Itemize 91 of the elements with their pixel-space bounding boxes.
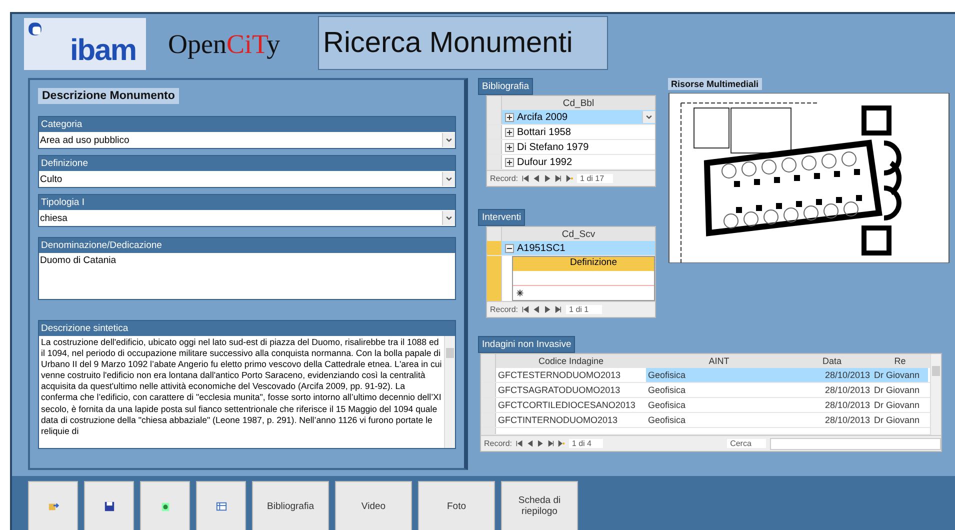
table-cell-text: Dr Giovann bbox=[873, 399, 921, 412]
record-label: Record: bbox=[490, 174, 518, 183]
vertical-scrollbar[interactable] bbox=[444, 336, 455, 448]
subform-title: Indagini non Invasive bbox=[478, 336, 576, 353]
subform-title: Interventi bbox=[478, 209, 526, 226]
prev-record-icon[interactable] bbox=[533, 175, 540, 182]
last-record-icon[interactable] bbox=[548, 440, 554, 447]
table-cell-text: GFCTINTERNODUOMO2013 bbox=[497, 414, 619, 427]
table-cell-text: GFCTESTERNODUOMO2013 bbox=[497, 369, 622, 382]
caret-icon[interactable] bbox=[642, 111, 655, 123]
column-header[interactable]: AINT bbox=[646, 356, 792, 366]
table-cell-text: 28/10/2013 bbox=[824, 384, 871, 397]
table-cell-text: Dr Giovann bbox=[873, 414, 921, 427]
datasheet-row[interactable]: A1951SC1 bbox=[487, 241, 655, 256]
field-label: Tipologia I bbox=[39, 195, 455, 210]
first-record-icon[interactable] bbox=[516, 440, 523, 447]
window-title: Ricerca Monumenti bbox=[318, 16, 608, 70]
horizontal-scrollbar[interactable] bbox=[770, 438, 942, 450]
combo-field[interactable]: Culto bbox=[39, 171, 455, 187]
toolbar-button[interactable]: Video bbox=[335, 481, 412, 530]
logo: ibam bbox=[24, 18, 146, 70]
caret-icon[interactable] bbox=[442, 172, 455, 186]
next-record-icon[interactable] bbox=[544, 175, 552, 182]
table-cell-text: Geofisica bbox=[647, 399, 687, 412]
record-label: Record: bbox=[490, 305, 518, 314]
search-field[interactable]: Cerca bbox=[727, 439, 766, 448]
toolbar-button[interactable]: Bibliografia bbox=[252, 481, 329, 530]
field-label: Descrizione sintetica bbox=[39, 321, 455, 336]
first-record-icon[interactable] bbox=[522, 175, 530, 182]
app-name: OpenCiTy bbox=[168, 28, 282, 60]
table-cell-text: GFCTCORTILEDIOCESANO2013 bbox=[497, 399, 636, 412]
export-icon bbox=[48, 500, 58, 512]
save-icon bbox=[104, 500, 114, 512]
vertical-scrollbar[interactable] bbox=[930, 354, 941, 435]
record-position-field[interactable]: 1 di 4 bbox=[568, 439, 604, 448]
column-header[interactable]: Definizione bbox=[513, 257, 654, 271]
subform-title: Bibliografia bbox=[478, 78, 533, 95]
datasheet-row[interactable]: Bottari 1958 bbox=[487, 125, 655, 140]
caret-icon[interactable] bbox=[442, 211, 455, 225]
datasheet-row[interactable]: GFCTESTERNODUOMO2013 Geofisica 28/10/2013 Dr Giovann bbox=[481, 368, 930, 383]
record-position-field[interactable]: 1 di 17 bbox=[577, 174, 614, 183]
caret-icon[interactable] bbox=[442, 133, 455, 147]
prev-record-icon[interactable] bbox=[533, 306, 540, 313]
datasheet-row[interactable]: GFCTINTERNODUOMO2013 Geofisica 28/10/2013 Dr Giovann bbox=[481, 413, 930, 428]
datasheet-row[interactable]: Di Stefano 1979 bbox=[487, 140, 655, 155]
table-icon bbox=[216, 500, 226, 512]
column-header[interactable]: Re bbox=[872, 356, 928, 366]
toolbar-icon-button[interactable] bbox=[84, 481, 134, 530]
datasheet-row[interactable]: GFCTSAGRATODUOMO2013 Geofisica 28/10/2013 Dr Giovann bbox=[481, 383, 930, 398]
new-record-icon[interactable] bbox=[558, 440, 565, 447]
record-label: Record: bbox=[484, 439, 512, 448]
table-cell: Geofisica bbox=[646, 368, 792, 382]
last-record-icon[interactable] bbox=[555, 175, 562, 182]
first-record-icon[interactable] bbox=[522, 306, 530, 313]
new-record-icon bbox=[516, 289, 524, 297]
table-cell-text: 28/10/2013 bbox=[824, 399, 871, 412]
table-cell-text: Dr Giovann bbox=[873, 384, 921, 397]
table-cell: 28/10/2013 bbox=[792, 368, 872, 382]
description-text: La costruzione dell'edificio, ubicato oggi nel lato sud-est di piazza del Duomo, risalirebbe tra il 1088 ed il 1094, nel periodo di occupazione militare successivo alla conquista normanna. Con la bolla papale di Urbano II del 9 Marzo 1092 l’abate Angerio fu eletto primo vescovo della Cattedrale etnea. L'area in cui venne costruito l'edificio non era lontana dall'antico Porto Saraceno, evidenziando così la centralità acquisita da quest'ultimo nelle attività economiche del Vescovado (Arcifa 2009, pp. 91-92). La conferma che l’edificio, con carattere di "ecclesia munita", fosse sorto intorno all’ultimo decennio dell’XI secolo, è fornita da una lapide posta sul fianco settentrionale che riferisce il 15 Maggio del 1094 quale data di costruzione della "chiesa abbaziale" (Leone 1987, p. 291). Nell’anno 1126 vi furono portate le reliquie di bbox=[40, 336, 443, 438]
expand-icon[interactable] bbox=[505, 142, 514, 152]
column-header[interactable]: Codice Indagine bbox=[496, 356, 646, 366]
field-label: Definizione bbox=[39, 156, 455, 171]
expand-icon[interactable] bbox=[505, 128, 514, 136]
toolbar-button[interactable]: Foto bbox=[418, 481, 495, 530]
datasheet-row[interactable]: Arcifa 2009 bbox=[487, 110, 655, 125]
table-cell-text: 28/10/2013 bbox=[824, 414, 871, 427]
datasheet-row[interactable]: Dufour 1992 bbox=[487, 155, 655, 170]
expand-icon[interactable] bbox=[505, 158, 514, 166]
datasheet-row[interactable]: GFCTCORTILEDIOCESANO2013 Geofisica 28/10/2013 Dr Giovann bbox=[481, 398, 930, 413]
next-record-icon[interactable] bbox=[544, 306, 552, 313]
table-cell-text: Geofisica bbox=[647, 414, 687, 427]
table-cell-text: Geofisica bbox=[647, 384, 687, 397]
field-label: Categoria bbox=[39, 117, 455, 132]
last-record-icon[interactable] bbox=[555, 306, 562, 313]
logo-mark-icon bbox=[27, 21, 43, 37]
section-heading: Risorse Multimediali bbox=[668, 78, 762, 90]
text-field[interactable]: Duomo di Catania bbox=[39, 253, 455, 299]
expand-icon[interactable] bbox=[505, 112, 514, 122]
table-cell-text: GFCTSAGRATODUOMO2013 bbox=[497, 384, 622, 397]
collapse-icon[interactable] bbox=[505, 244, 514, 252]
combo-field[interactable]: Area ad uso pubblico bbox=[39, 132, 455, 148]
combo-field[interactable]: chiesa bbox=[39, 210, 455, 226]
new-record-icon[interactable] bbox=[566, 175, 574, 182]
record-position-field[interactable]: 1 di 1 bbox=[566, 305, 602, 314]
table-cell: Dr Giovann bbox=[872, 368, 928, 382]
column-header[interactable]: Data bbox=[792, 356, 872, 366]
section-heading: Descrizione Monumento bbox=[38, 88, 179, 104]
toolbar-button[interactable]: Scheda di riepilogo bbox=[501, 481, 578, 530]
field-label: Denominazione/Dedicazione bbox=[39, 238, 455, 253]
next-record-icon[interactable] bbox=[537, 440, 544, 447]
prev-record-icon[interactable] bbox=[526, 440, 534, 447]
